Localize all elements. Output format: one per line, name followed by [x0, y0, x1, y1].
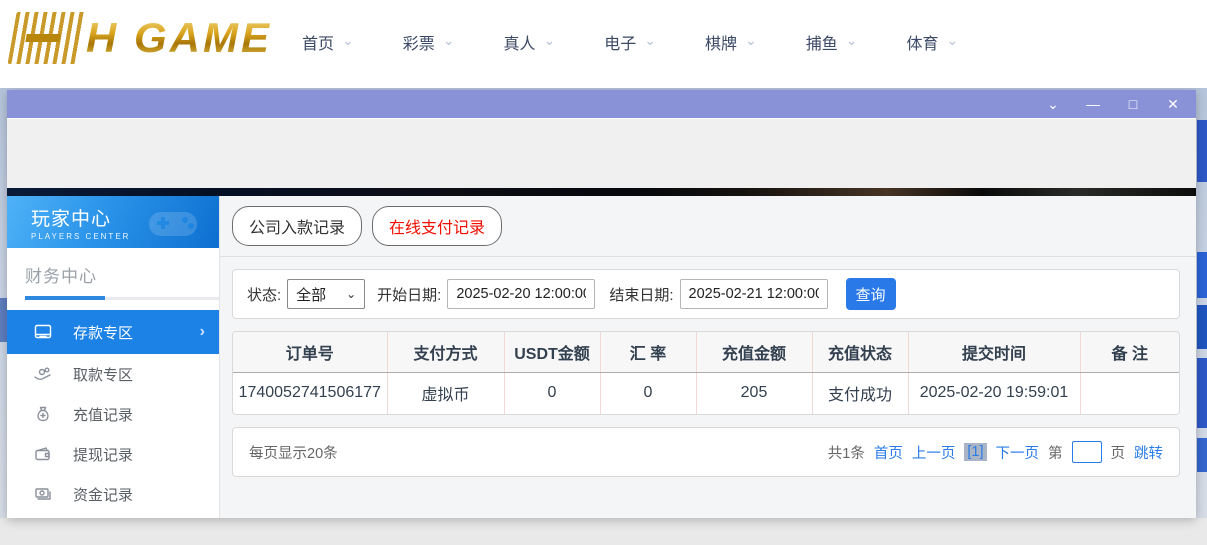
sidebar-item-withdrawal-record[interactable]: 提现记录 — [7, 434, 219, 474]
logo-text: H GAME — [86, 14, 272, 62]
current-page-indicator: [1] — [964, 443, 986, 461]
chevron-right-icon: › — [200, 323, 205, 341]
sidebar: 玩家中心 PLAYERS CENTER 财务中心 存款专区 › — [7, 196, 220, 518]
main-content: 公司入款记录 在线支付记录 状态: 全部 ⌄ 开始日期: 结束日期: 查询 — [220, 196, 1196, 518]
deposit-card-icon — [33, 322, 53, 342]
jump-label-pre: 第 — [1048, 442, 1063, 463]
chevron-down-icon: ⌄ — [745, 33, 757, 47]
nav-item-fishing[interactable]: 捕鱼⌄ — [806, 30, 858, 54]
chevron-down-icon: ⌄ — [644, 33, 656, 47]
chevron-down-icon: ⌄ — [544, 33, 556, 47]
status-label: 状态: — [247, 284, 281, 305]
records-table: 订单号 支付方式 USDT金额 汇 率 充值金额 充值状态 提交时间 备 注 1 — [233, 332, 1179, 414]
nav-item-lottery[interactable]: 彩票⌄ — [403, 30, 455, 54]
nav-item-slots[interactable]: 电子⌄ — [604, 30, 656, 54]
logo-stripes-icon — [7, 12, 86, 64]
cell-recharge-status: 支付成功 — [812, 372, 908, 414]
cell-usdt-amount: 0 — [504, 372, 600, 414]
col-usdt-amount: USDT金额 — [504, 332, 600, 372]
window-close-button[interactable]: ✕ — [1160, 90, 1186, 118]
desktop-bottom-strip — [0, 518, 1207, 545]
sidebar-header: 玩家中心 PLAYERS CENTER — [7, 196, 219, 248]
record-tabs: 公司入款记录 在线支付记录 — [220, 196, 1196, 257]
col-submit-time: 提交时间 — [908, 332, 1080, 372]
page-jump-input[interactable] — [1072, 441, 1102, 463]
total-count-label: 共1条 — [828, 442, 865, 463]
start-date-label: 开始日期: — [377, 284, 441, 305]
col-remark: 备 注 — [1080, 332, 1179, 372]
window-titlebar[interactable]: ⌄ — □ ✕ — [7, 90, 1196, 118]
nav-item-sports[interactable]: 体育⌄ — [907, 30, 959, 54]
end-date-input[interactable] — [680, 279, 828, 309]
start-date-input[interactable] — [447, 279, 595, 309]
first-page-link[interactable]: 首页 — [874, 442, 903, 463]
sidebar-item-deposit[interactable]: 存款专区 › — [7, 310, 219, 354]
banknotes-icon — [33, 484, 53, 504]
gamepad-icon — [141, 204, 205, 244]
col-recharge-amount: 充值金额 — [696, 332, 812, 372]
window-hide-button[interactable]: ⌄ — [1040, 90, 1066, 118]
records-table-panel: 订单号 支付方式 USDT金额 汇 率 充值金额 充值状态 提交时间 备 注 1 — [232, 331, 1180, 415]
tab-online-payment-record[interactable]: 在线支付记录 — [372, 206, 502, 246]
pagination-bar: 每页显示20条 共1条 首页 上一页 [1] 下一页 第 页 跳转 — [232, 427, 1180, 477]
player-center-window: ⌄ — □ ✕ 玩家中心 PLAYERS CENTER 财务中心 — [7, 90, 1196, 518]
col-payment-method: 支付方式 — [387, 332, 504, 372]
top-nav: 首页⌄ 彩票⌄ 真人⌄ 电子⌄ 棋牌⌄ 捕鱼⌄ 体育⌄ — [302, 30, 958, 54]
jump-button[interactable]: 跳转 — [1134, 442, 1163, 463]
chevron-down-icon: ⌄ — [947, 33, 959, 47]
banner-strip — [7, 188, 1196, 196]
cell-exchange-rate: 0 — [600, 372, 696, 414]
background-page-fragment — [1197, 438, 1207, 472]
col-recharge-status: 充值状态 — [812, 332, 908, 372]
background-page-fragment — [1197, 120, 1207, 182]
sidebar-item-withdraw[interactable]: 取款专区 — [7, 354, 219, 394]
nav-item-home[interactable]: 首页⌄ — [302, 30, 354, 54]
hand-coin-icon — [33, 364, 53, 384]
window-minimize-button[interactable]: — — [1080, 90, 1106, 118]
cell-submit-time: 2025-02-20 19:59:01 — [908, 372, 1080, 414]
col-order-id: 订单号 — [233, 332, 387, 372]
sidebar-menu: 存款专区 › 取款专区 充值记录 提现记录 资金记录 — [7, 310, 219, 518]
select-chevron-icon: ⌄ — [346, 287, 356, 301]
prev-page-link[interactable]: 上一页 — [912, 442, 956, 463]
window-toolbar-area — [7, 118, 1196, 188]
per-page-label: 每页显示20条 — [249, 442, 828, 463]
table-header-row: 订单号 支付方式 USDT金额 汇 率 充值金额 充值状态 提交时间 备 注 — [233, 332, 1179, 372]
sidebar-section: 财务中心 — [7, 248, 219, 300]
background-page-fragment — [0, 298, 7, 342]
chevron-down-icon: ⌄ — [342, 33, 354, 47]
filter-bar: 状态: 全部 ⌄ 开始日期: 结束日期: 查询 — [232, 269, 1180, 319]
status-select[interactable]: 全部 ⌄ — [287, 279, 365, 309]
tab-company-deposit-record[interactable]: 公司入款记录 — [232, 206, 362, 246]
end-date-label: 结束日期: — [609, 284, 673, 305]
cell-order-id: 1740052741506177 — [233, 372, 387, 414]
col-exchange-rate: 汇 率 — [600, 332, 696, 372]
sidebar-item-lottery-bet-detail[interactable]: 彩票下注明细 — [7, 514, 219, 518]
sidebar-section-label: 财务中心 — [25, 262, 219, 287]
nav-item-chess[interactable]: 棋牌⌄ — [705, 30, 757, 54]
nav-item-live[interactable]: 真人⌄ — [504, 30, 556, 54]
query-button[interactable]: 查询 — [846, 278, 896, 310]
sidebar-section-underline — [25, 297, 219, 300]
background-page-fragment — [1197, 358, 1207, 428]
chevron-down-icon: ⌄ — [443, 33, 455, 47]
background-page-fragment — [1197, 252, 1207, 298]
wallet-icon — [33, 444, 53, 464]
table-row: 1740052741506177 虚拟币 0 0 205 支付成功 2025-0… — [233, 372, 1179, 414]
site-header: H GAME 首页⌄ 彩票⌄ 真人⌄ 电子⌄ 棋牌⌄ 捕鱼⌄ 体育⌄ — [0, 0, 1207, 88]
sidebar-item-funds-record[interactable]: 资金记录 — [7, 474, 219, 514]
site-logo[interactable]: H GAME — [12, 12, 272, 64]
moneybag-icon — [33, 404, 53, 424]
window-maximize-button[interactable]: □ — [1120, 90, 1146, 118]
cell-recharge-amount: 205 — [696, 372, 812, 414]
next-page-link[interactable]: 下一页 — [996, 442, 1040, 463]
chevron-down-icon: ⌄ — [846, 33, 858, 47]
background-page-fragment — [1197, 305, 1207, 349]
sidebar-item-recharge-record[interactable]: 充值记录 — [7, 394, 219, 434]
cell-payment-method: 虚拟币 — [387, 372, 504, 414]
cell-remark — [1080, 372, 1179, 414]
jump-label-post: 页 — [1111, 442, 1126, 463]
